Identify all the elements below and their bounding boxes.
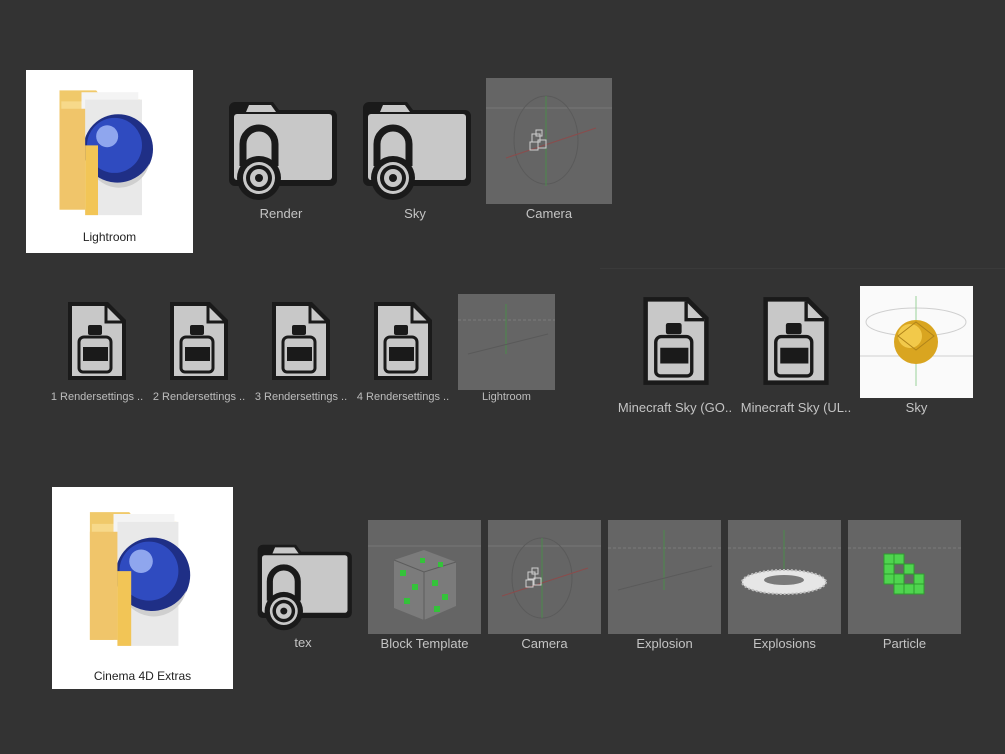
rendersettings-file-3-label: 3 Rendersettings .. bbox=[254, 391, 348, 403]
bottle-document-icon bbox=[65, 298, 129, 384]
block-template-scene[interactable]: Block Template bbox=[368, 520, 481, 655]
floor-scene-thumbnail bbox=[458, 294, 555, 390]
locked-folder-icon bbox=[355, 92, 475, 202]
cinema4d-extras-folder[interactable]: Cinema 4D Extras bbox=[52, 487, 233, 689]
explosions-scene[interactable]: Explosions bbox=[728, 520, 841, 655]
sky-scene[interactable]: Sky bbox=[860, 286, 973, 418]
locked-folder-icon bbox=[220, 92, 342, 202]
rendersettings-file-2-label: 2 Rendersettings .. bbox=[152, 391, 246, 403]
rendersettings-file-1[interactable]: 1 Rendersettings .. bbox=[48, 298, 146, 408]
block-template-label: Block Template bbox=[380, 636, 469, 651]
render-folder-label: Render bbox=[259, 206, 303, 221]
render-folder[interactable]: Render bbox=[220, 92, 342, 222]
lightroom-folder[interactable]: Lightroom bbox=[26, 70, 193, 253]
locked-folder-icon bbox=[250, 536, 356, 632]
particle-label: Particle bbox=[882, 636, 927, 651]
lightroom-scene[interactable]: Lightroom bbox=[458, 294, 555, 408]
explosion-scene[interactable]: Explosion bbox=[608, 520, 721, 655]
bottle-document-icon bbox=[760, 292, 832, 390]
minecraft-sky-ul-label: Minecraft Sky (UL.. bbox=[740, 400, 852, 415]
bottle-document-icon bbox=[167, 298, 231, 384]
tex-folder-label: tex bbox=[294, 635, 312, 650]
rendersettings-file-4-label: 4 Rendersettings .. bbox=[356, 391, 450, 403]
sky-scene-label: Sky bbox=[905, 400, 928, 415]
gold-sphere-thumbnail bbox=[860, 286, 973, 398]
bottle-document-icon bbox=[269, 298, 333, 384]
rendersettings-file-4[interactable]: 4 Rendersettings .. bbox=[354, 298, 452, 408]
sky-folder-label: Sky bbox=[404, 206, 426, 221]
tex-folder[interactable]: tex bbox=[250, 536, 356, 654]
minecraft-sky-go-label: Minecraft Sky (GO.. bbox=[617, 400, 733, 415]
green-particle-thumbnail bbox=[848, 520, 961, 634]
camera-scene[interactable]: Camera bbox=[488, 520, 601, 655]
camera-scene-label: Camera bbox=[521, 636, 568, 651]
camera-file[interactable]: Camera bbox=[486, 78, 612, 224]
cinema4d-folder-icon bbox=[54, 80, 164, 220]
explosions-label: Explosions bbox=[753, 636, 816, 651]
rendersettings-file-3[interactable]: 3 Rendersettings .. bbox=[252, 298, 350, 408]
row-divider bbox=[600, 268, 1005, 269]
rendersettings-file-1-label: 1 Rendersettings .. bbox=[50, 391, 144, 403]
cinema4d-extras-label: Cinema 4D Extras bbox=[93, 669, 192, 683]
camera-scene-thumbnail bbox=[488, 520, 601, 634]
sky-folder[interactable]: Sky bbox=[355, 92, 475, 222]
particle-scene[interactable]: Particle bbox=[848, 520, 961, 655]
minecraft-sky-ul-file[interactable]: Minecraft Sky (UL.. bbox=[738, 292, 854, 416]
camera-file-label: Camera bbox=[525, 206, 573, 221]
explosion-label: Explosion bbox=[636, 636, 693, 651]
rendersettings-file-2[interactable]: 2 Rendersettings .. bbox=[150, 298, 248, 408]
bottle-document-icon bbox=[371, 298, 435, 384]
bottle-document-icon bbox=[640, 292, 712, 390]
lightroom-folder-label: Lightroom bbox=[82, 230, 137, 244]
block-cube-thumbnail bbox=[368, 520, 481, 634]
lightroom-scene-label: Lightroom bbox=[482, 391, 531, 403]
minecraft-sky-go-file[interactable]: Minecraft Sky (GO.. bbox=[616, 292, 734, 416]
floor-scene-thumbnail bbox=[608, 520, 721, 634]
camera-scene-thumbnail bbox=[486, 78, 612, 204]
cinema4d-folder-icon bbox=[84, 501, 202, 651]
ring-scene-thumbnail bbox=[728, 520, 841, 634]
